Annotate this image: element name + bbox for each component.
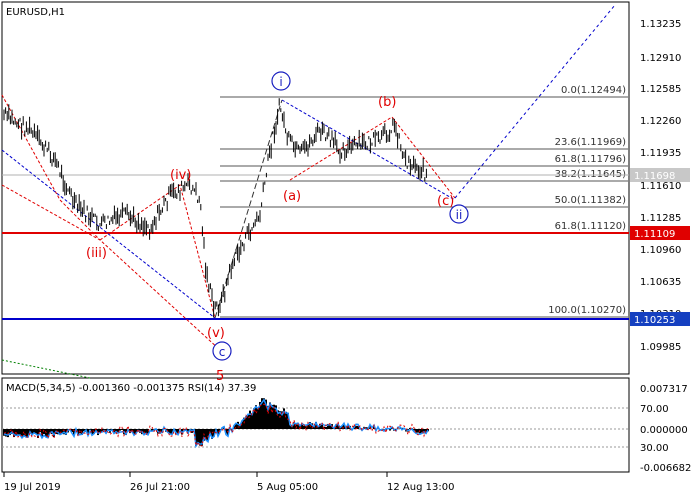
- time-axis-label: 12 Aug 13:00: [387, 482, 454, 493]
- indicator-axis-label: 0.007317: [640, 384, 688, 395]
- indicator-label: MACD(5,34,5) -0.001360 -0.001375 RSI(14)…: [6, 383, 256, 394]
- wave-lines: [1, 4, 616, 379]
- support-price-tag: 1.11109: [630, 226, 690, 240]
- svg-text:1.11698: 1.11698: [634, 171, 675, 182]
- fib-label: 100.0(1.10270): [548, 305, 626, 316]
- wave-label-5: 5: [216, 369, 224, 384]
- time-axis-label: 5 Aug 05:00: [257, 482, 318, 493]
- wave-label-c: (c): [437, 194, 454, 209]
- wave-i-line: [214, 99, 283, 319]
- price-axis-label: 1.11285: [640, 213, 681, 224]
- symbol-label: EURUSD,H1: [6, 7, 65, 18]
- macd-signal-line: [3, 398, 429, 449]
- wave-label-v: (v): [207, 326, 225, 341]
- price-chart[interactable]: 1.13235 1.12910 1.12585 1.12260 1.11935 …: [0, 0, 700, 500]
- wave-label-iv: (iv): [170, 168, 191, 183]
- price-axis-label: 1.09985: [640, 342, 681, 353]
- fib-label: 61.8(1.11120): [555, 221, 627, 232]
- wave-circle-ii: ii: [449, 204, 469, 224]
- svg-text:1.11109: 1.11109: [634, 229, 675, 240]
- fib-label: 61.8(1.11796): [555, 154, 627, 165]
- time-axis-label: 26 Jul 21:00: [130, 482, 190, 493]
- red-trend-line: [1, 184, 221, 351]
- svg-text:c: c: [219, 345, 226, 359]
- price-axis: 1.13235 1.12910 1.12585 1.12260 1.11935 …: [640, 19, 681, 353]
- wave-label-iii: (iii): [86, 246, 107, 261]
- older-trend-line: [1, 359, 91, 379]
- indicator-axis-label: 0.000000: [640, 425, 688, 436]
- indicator-axis-label: 30.00: [640, 443, 669, 454]
- indicator-axis-label: 70.00: [640, 404, 669, 415]
- fib-label: 0.0(1.12494): [561, 85, 626, 96]
- time-axis: 19 Jul 2019 26 Jul 21:00 5 Aug 05:00 12 …: [3, 472, 454, 493]
- price-axis-label: 1.10960: [640, 245, 681, 256]
- price-axis-label: 1.11935: [640, 148, 681, 159]
- price-axis-label: 1.11610: [640, 181, 681, 192]
- wave-label-a: (a): [283, 189, 301, 204]
- fib-label: 50.0(1.11382): [555, 195, 627, 206]
- fibonacci-levels: 0.0(1.12494) 23.6(1.11969) 61.8(1.11796)…: [220, 85, 628, 318]
- indicator-plot: [2, 398, 629, 449]
- svg-text:ii: ii: [456, 208, 463, 222]
- wave-iv-v-line: [99, 184, 216, 319]
- wave-circle-i: i: [271, 71, 291, 91]
- indicator-axis-label: -0.006682: [640, 463, 691, 474]
- low-price-tag: 1.10253: [630, 312, 690, 326]
- fib-label: 23.6(1.11969): [555, 137, 627, 148]
- wave-label-b: (b): [378, 95, 396, 110]
- price-axis-label: 1.12260: [640, 116, 681, 127]
- svg-text:i: i: [279, 75, 282, 89]
- rsi-line: [3, 403, 429, 447]
- current-price-tag: 1.11698: [630, 168, 690, 182]
- wave-circle-c: c: [212, 341, 232, 361]
- indicator-axis: 0.007317 70.00 0.000000 30.00 -0.006682: [640, 384, 691, 474]
- price-axis-label: 1.12910: [640, 53, 681, 64]
- price-axis-label: 1.12585: [640, 84, 681, 95]
- price-axis-label: 1.13235: [640, 19, 681, 30]
- svg-text:1.10253: 1.10253: [634, 315, 675, 326]
- time-axis-label: 19 Jul 2019: [4, 482, 61, 493]
- price-axis-label: 1.10635: [640, 277, 681, 288]
